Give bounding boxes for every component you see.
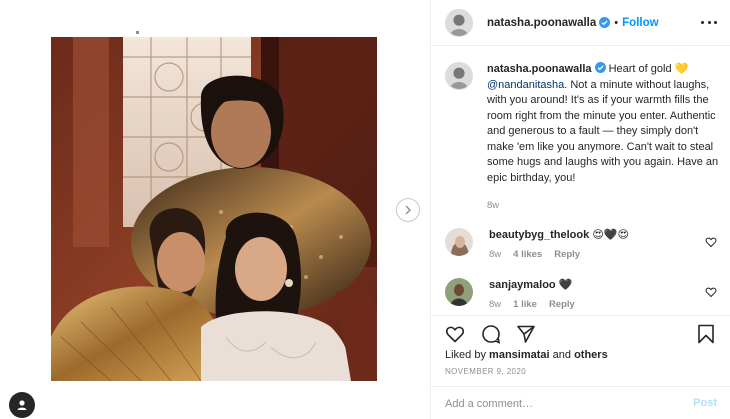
caption-avatar[interactable]	[445, 62, 473, 90]
post-date[interactable]: NOVEMBER 9, 2020	[445, 367, 526, 376]
caption-part2: . Not a minute without laughs, with you …	[487, 78, 719, 184]
post-sidebar: natasha.poonawalla • Follow natasha.poon…	[430, 0, 730, 419]
caption-part1: Heart of gold	[608, 63, 672, 75]
caption-text-block: natasha.poonawalla Heart of gold 💛 @nand…	[487, 62, 721, 214]
comment-item: sanjaymaloo 🖤 8w 1 like Reply	[445, 278, 721, 310]
post-photo[interactable]	[51, 37, 377, 381]
chevron-right-icon	[405, 205, 411, 215]
comment-likes[interactable]: 4 likes	[513, 249, 542, 260]
reply-button[interactable]: Reply	[554, 249, 580, 260]
comment-likes[interactable]: 1 like	[513, 299, 537, 310]
post-caption: natasha.poonawalla Heart of gold 💛 @nand…	[445, 62, 721, 214]
comment-body: beautybyg_thelook 😍🖤😍 8w 4 likes Reply	[489, 228, 689, 260]
next-photo-button[interactable]	[396, 198, 420, 222]
comment-text: 🖤	[558, 279, 573, 291]
verified-badge-icon	[599, 17, 611, 28]
post-header: natasha.poonawalla • Follow	[431, 0, 730, 46]
comment-username[interactable]: sanjaymaloo	[489, 279, 556, 291]
more-options-icon[interactable]	[701, 16, 717, 28]
reply-button[interactable]: Reply	[549, 299, 575, 310]
heart-outline-icon[interactable]	[445, 324, 465, 344]
comment-heart-icon[interactable]	[705, 286, 717, 298]
comment-heart-icon[interactable]	[705, 236, 717, 248]
user-icon	[17, 400, 27, 410]
liked-by-prefix: Liked by	[445, 349, 486, 361]
yellow-heart-emoji: 💛	[674, 63, 689, 75]
paper-plane-icon[interactable]	[516, 324, 536, 344]
profile-fab-button[interactable]	[9, 392, 35, 418]
liked-by-user[interactable]: mansimatai	[489, 349, 550, 361]
verified-badge-icon	[594, 62, 606, 73]
follow-button[interactable]: Follow	[622, 17, 658, 29]
header-separator: •	[614, 16, 619, 29]
comment-avatar[interactable]	[445, 228, 473, 256]
author-avatar[interactable]	[445, 8, 473, 37]
add-comment-row: Post	[431, 386, 730, 419]
caption-username[interactable]: natasha.poonawalla	[487, 63, 592, 75]
add-comment-input[interactable]	[445, 396, 665, 412]
comment-body: sanjaymaloo 🖤 8w 1 like Reply	[489, 278, 689, 310]
comment-time[interactable]: 8w	[489, 299, 501, 310]
media-pane	[0, 0, 430, 419]
comment-item: beautybyg_thelook 😍🖤😍 8w 4 likes Reply	[445, 228, 721, 260]
comment-avatar[interactable]	[445, 278, 473, 306]
bookmark-icon[interactable]	[696, 324, 716, 344]
caption-mention-link[interactable]: @nandanitasha	[487, 79, 564, 91]
action-icons-row	[445, 324, 717, 346]
post-comment-button[interactable]: Post	[693, 397, 717, 409]
author-username[interactable]: natasha.poonawalla	[487, 17, 596, 29]
comment-time[interactable]: 8w	[489, 249, 501, 260]
liked-by-and: and	[552, 349, 571, 361]
artifact-dot	[136, 31, 139, 34]
post-actions: Liked by mansimatai and others NOVEMBER …	[431, 315, 730, 419]
caption-time[interactable]: 8w	[487, 198, 721, 214]
comment-text: 😍🖤😍	[592, 229, 629, 241]
liked-by-others[interactable]: others	[574, 349, 608, 361]
liked-by-line: Liked by mansimatai and others	[445, 349, 608, 361]
comment-bubble-icon[interactable]	[481, 324, 501, 344]
instagram-post-page: natasha.poonawalla • Follow natasha.poon…	[0, 0, 730, 419]
comment-username[interactable]: beautybyg_thelook	[489, 229, 589, 241]
